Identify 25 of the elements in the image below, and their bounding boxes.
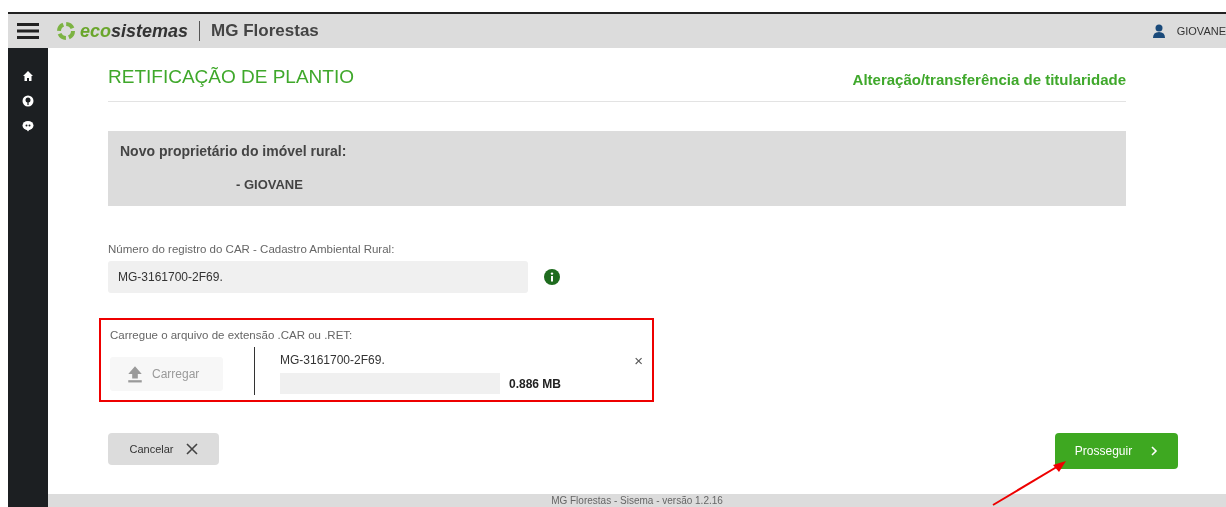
- upload-label: Carregue o arquivo de extensão .CAR ou .RET:: [110, 329, 353, 341]
- leaf-ring-icon: [56, 21, 76, 41]
- chevron-right-icon: [1150, 445, 1159, 457]
- menu-icon[interactable]: [17, 22, 39, 40]
- cancel-button[interactable]: Cancelar: [108, 433, 219, 465]
- file-size: 0.886 MB: [509, 376, 562, 391]
- tree-icon[interactable]: [22, 95, 34, 107]
- brand-logo-text: ecosistemas: [80, 20, 189, 42]
- car-number-field[interactable]: MG-3161700-2F69.: [108, 261, 528, 293]
- info-icon[interactable]: [544, 269, 560, 285]
- car-field-label: Número do registro do CAR - Cadastro Ambiental Rural:: [108, 243, 396, 255]
- close-icon: [185, 443, 198, 455]
- user-icon: [1151, 24, 1166, 38]
- page-title: RETIFICAÇÃO DE PLANTIO: [108, 66, 354, 88]
- user-name[interactable]: GIOVANE: [1176, 25, 1226, 37]
- file-name: MG-3161700-2F69.: [280, 353, 385, 368]
- footer-text: MG Florestas - Sisema - versão 1.2.16: [551, 495, 723, 506]
- owner-label: Novo proprietário do imóvel rural:: [120, 143, 348, 159]
- upload-icon: [126, 365, 144, 383]
- app-name: MG Florestas: [211, 21, 319, 41]
- speech-bubble-icon[interactable]: [22, 120, 34, 132]
- page-subtitle: Alteração/transferência de titularidade: [852, 71, 1126, 88]
- home-icon[interactable]: [22, 70, 34, 82]
- owner-name: - GIOVANE: [236, 177, 304, 192]
- remove-file-button[interactable]: ×: [634, 353, 643, 368]
